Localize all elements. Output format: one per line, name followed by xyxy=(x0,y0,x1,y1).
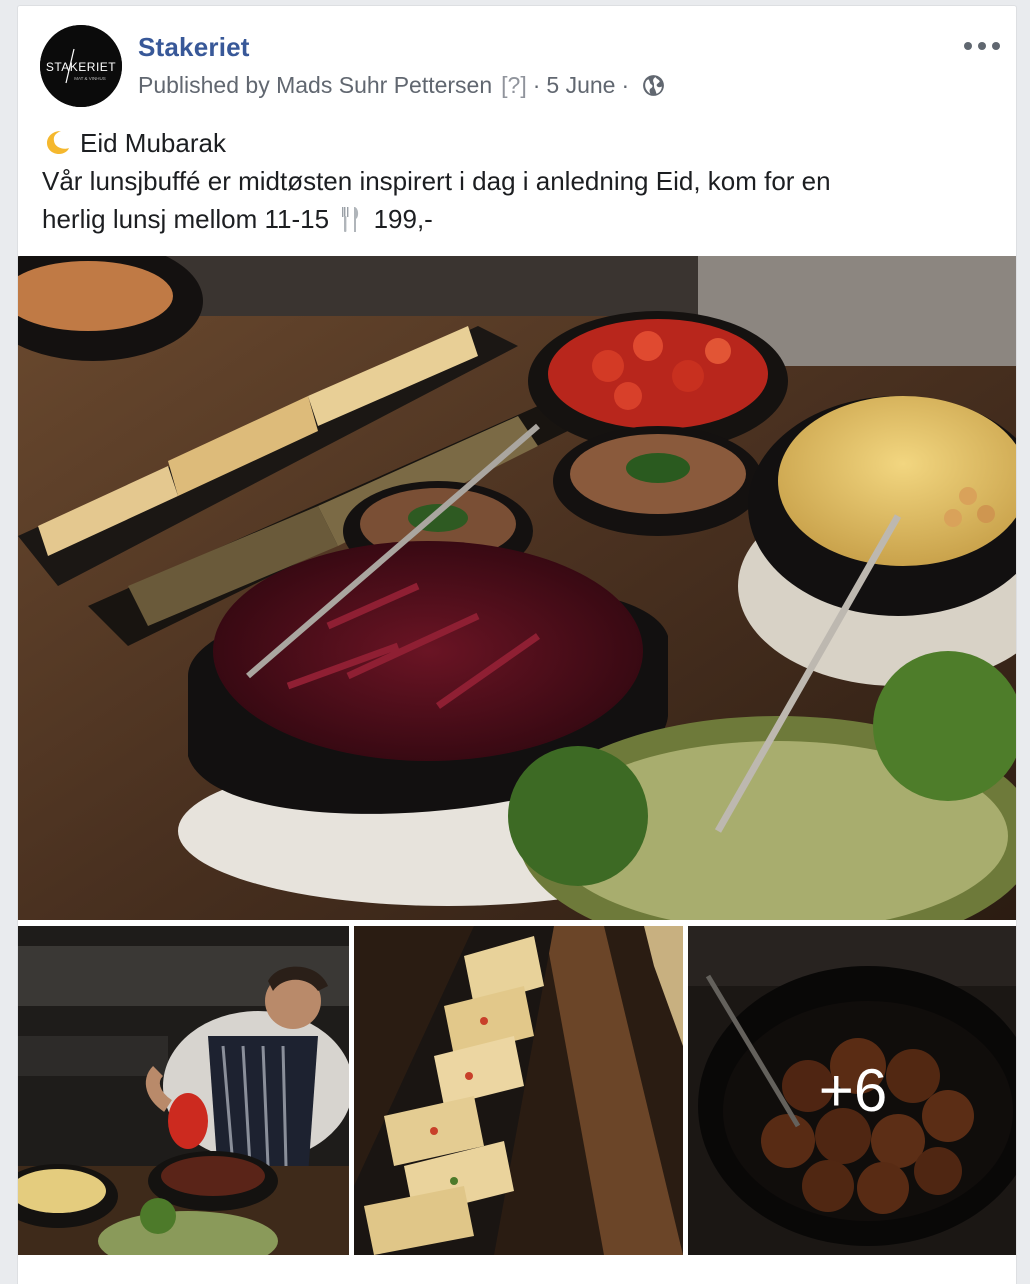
post-text-heading: Eid Mubarak xyxy=(80,128,226,158)
frittata-image xyxy=(354,926,683,1255)
help-marker[interactable]: [?] xyxy=(501,72,527,99)
crescent-moon-icon xyxy=(42,128,72,156)
buffet-table-image xyxy=(18,256,1016,920)
post-date[interactable]: 5 June xyxy=(546,72,615,99)
post-text-span: herlig lunsj mellom 11-15 xyxy=(42,204,330,234)
meta-separator: · xyxy=(621,72,630,98)
main-photo[interactable] xyxy=(18,256,1016,920)
more-photos-count: +6 xyxy=(818,1057,888,1124)
chef-image xyxy=(18,926,349,1255)
page-avatar[interactable]: STAKERIET MAT & VINHUS xyxy=(40,25,122,107)
post-text-line: Eid Mubarak xyxy=(42,124,992,162)
post-meta: Published by Mads Suhr Pettersen [?] · 5… xyxy=(138,72,666,99)
post-price: 199,- xyxy=(373,204,433,234)
thumb-photo-chef[interactable] xyxy=(18,926,349,1255)
svg-text:MAT & VINHUS: MAT & VINHUS xyxy=(74,76,106,81)
stakeriet-logo: STAKERIET MAT & VINHUS xyxy=(40,25,122,107)
more-photos-overlay[interactable]: +6 xyxy=(688,926,1016,1255)
post-card: STAKERIET MAT & VINHUS Stakeriet Publish… xyxy=(17,5,1017,1284)
post-text: Eid Mubarak Vår lunsjbuffé er midtøsten … xyxy=(42,124,992,238)
post-text-line: Vår lunsjbuffé er midtøsten inspirert i … xyxy=(42,166,831,196)
svg-text:STAKERIET: STAKERIET xyxy=(46,60,116,74)
more-options-icon[interactable] xyxy=(964,40,1000,52)
page-name-link[interactable]: Stakeriet xyxy=(138,32,250,63)
globe-icon[interactable] xyxy=(641,73,666,98)
thumb-photo-frittata[interactable] xyxy=(354,926,683,1255)
meta-separator: · xyxy=(532,72,541,98)
thumb-photo-falafel[interactable]: +6 xyxy=(688,926,1016,1255)
fork-knife-icon xyxy=(340,204,362,234)
post-text-line: herlig lunsj mellom 11-15 199,- xyxy=(42,200,992,238)
published-by[interactable]: Published by Mads Suhr Pettersen xyxy=(138,72,492,99)
